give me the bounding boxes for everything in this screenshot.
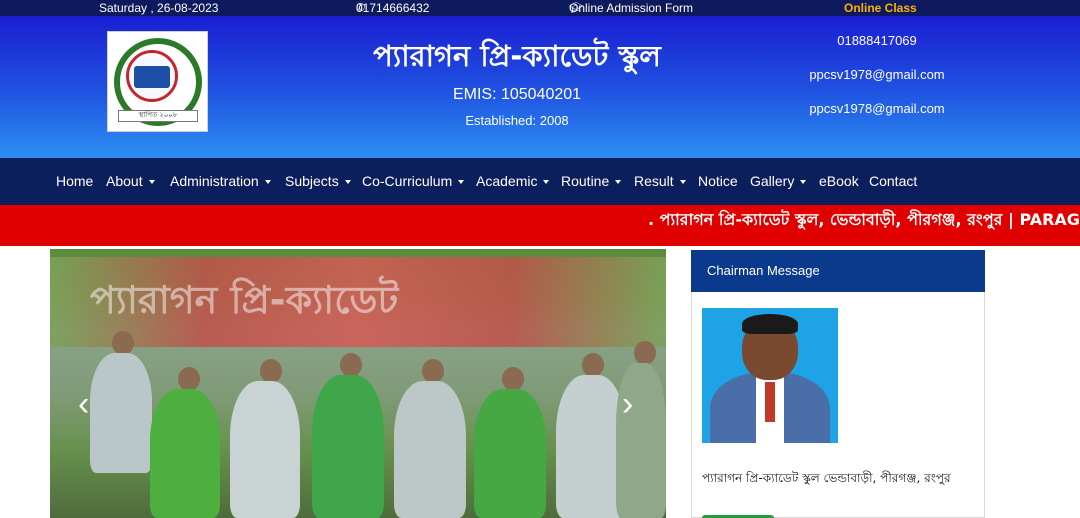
nav-ebook-label: eBook: [819, 173, 859, 189]
student-figure: [502, 367, 524, 391]
student-figure: [260, 359, 282, 383]
nav-subjects-label: Subjects: [285, 173, 339, 189]
school-logo[interactable]: স্থাপিত ২০০৮: [107, 31, 208, 132]
nav-result-label: Result: [634, 173, 674, 189]
chairman-message-card: Chairman Message প্যারাগন প্রি-ক্যাডেট স…: [691, 250, 985, 518]
nav-about-label: About: [106, 173, 143, 189]
chevron-down-icon: [148, 180, 155, 185]
nav-contact[interactable]: Contact: [869, 158, 917, 205]
chevron-down-icon: [264, 180, 271, 185]
nav-co-curriculum[interactable]: Co-Curriculum: [362, 158, 465, 205]
nav-contact-label: Contact: [869, 173, 918, 189]
nav-academic-label: Academic: [476, 173, 538, 189]
carousel-next-button[interactable]: ›: [622, 387, 633, 421]
logo-ribbon: স্থাপিত ২০০৮: [118, 110, 198, 122]
emis-number: EMIS: 105040201: [452, 86, 582, 103]
school-name: প্যারাগন প্রি-ক্যাডেট স্কুল: [373, 39, 661, 73]
student-figure: [474, 389, 546, 518]
nav-about[interactable]: About: [106, 158, 155, 205]
nav-gallery-label: Gallery: [750, 173, 795, 189]
top-phone-number: 01714666432: [356, 1, 430, 15]
carousel-prev-button[interactable]: ‹: [78, 387, 89, 421]
nav-administration[interactable]: Administration: [170, 158, 271, 205]
news-ticker: . প্যারাগন প্রি-ক্যাডেট স্কুল, ভেন্ডাবাড…: [0, 205, 1080, 246]
student-figure: [112, 331, 134, 355]
student-figure: [90, 353, 152, 473]
top-bar: Saturday , 26-08-2023 ✆ 01714666432 🎓︎ Onl…: [0, 0, 1080, 16]
contact-phone: 01888417069: [837, 33, 917, 48]
carousel-banner-text: প্যারাগন প্রি-ক্যাডেট: [90, 278, 399, 322]
nav-home-label: Home: [56, 173, 94, 189]
photo-tie: [765, 382, 775, 422]
image-carousel[interactable]: প্যারাগন প্রি-ক্যাডেট ‹ ›: [50, 249, 666, 518]
nav-notice[interactable]: Notice: [698, 158, 738, 205]
nav-result[interactable]: Result: [634, 158, 686, 205]
photo-hair: [742, 314, 798, 334]
student-figure: [230, 381, 300, 518]
main-nav: Home About Administration Subjects Co-Cu…: [0, 158, 1080, 205]
chevron-down-icon: [800, 180, 807, 185]
student-figure: [394, 381, 466, 518]
contact-email: ppcsv1978@gmail.com: [809, 67, 945, 82]
contact-email-secondary: ppcsv1978@gmail.com: [809, 101, 945, 116]
online-admission-form-label: Online Admission Form: [569, 1, 694, 15]
student-figure: [312, 375, 384, 518]
chairman-photo: [702, 308, 838, 443]
chairman-caption: প্যারাগন প্রি-ক্যাডেট স্কুল ভেন্ডাবাড়ী,…: [702, 471, 951, 485]
nav-academic[interactable]: Academic: [476, 158, 550, 205]
nav-subjects[interactable]: Subjects: [285, 158, 351, 205]
current-date: Saturday , 26-08-2023: [99, 1, 219, 15]
chairman-message-title: Chairman Message: [691, 250, 985, 292]
established-year: Established: 2008: [465, 113, 569, 128]
nav-notice-label: Notice: [698, 173, 738, 189]
chevron-down-icon: [344, 180, 351, 185]
student-figure: [422, 359, 444, 383]
site-header: স্থাপিত ২০০৮ প্যারাগন প্রি-ক্যাডেট স্কুল…: [0, 16, 1080, 158]
nav-administration-label: Administration: [170, 173, 259, 189]
student-figure: [150, 389, 220, 518]
nav-routine[interactable]: Routine: [561, 158, 622, 205]
chevron-down-icon: [679, 180, 686, 185]
chevron-down-icon: [458, 180, 465, 185]
nav-co-curriculum-label: Co-Curriculum: [362, 173, 453, 189]
nav-home[interactable]: Home: [56, 158, 93, 205]
student-figure: [582, 353, 604, 377]
news-ticker-text: . প্যারাগন প্রি-ক্যাডেট স্কুল, ভেন্ডাবাড…: [648, 210, 1080, 229]
book-icon: [134, 66, 170, 88]
student-figure: [634, 341, 656, 365]
chevron-down-icon: [543, 180, 550, 185]
chevron-down-icon: [615, 180, 622, 185]
nav-gallery[interactable]: Gallery: [750, 158, 807, 205]
student-figure: [340, 353, 362, 377]
nav-ebook[interactable]: eBook: [819, 158, 859, 205]
online-class-link[interactable]: Online Class: [844, 0, 917, 16]
student-figure: [178, 367, 200, 391]
nav-routine-label: Routine: [561, 173, 610, 189]
